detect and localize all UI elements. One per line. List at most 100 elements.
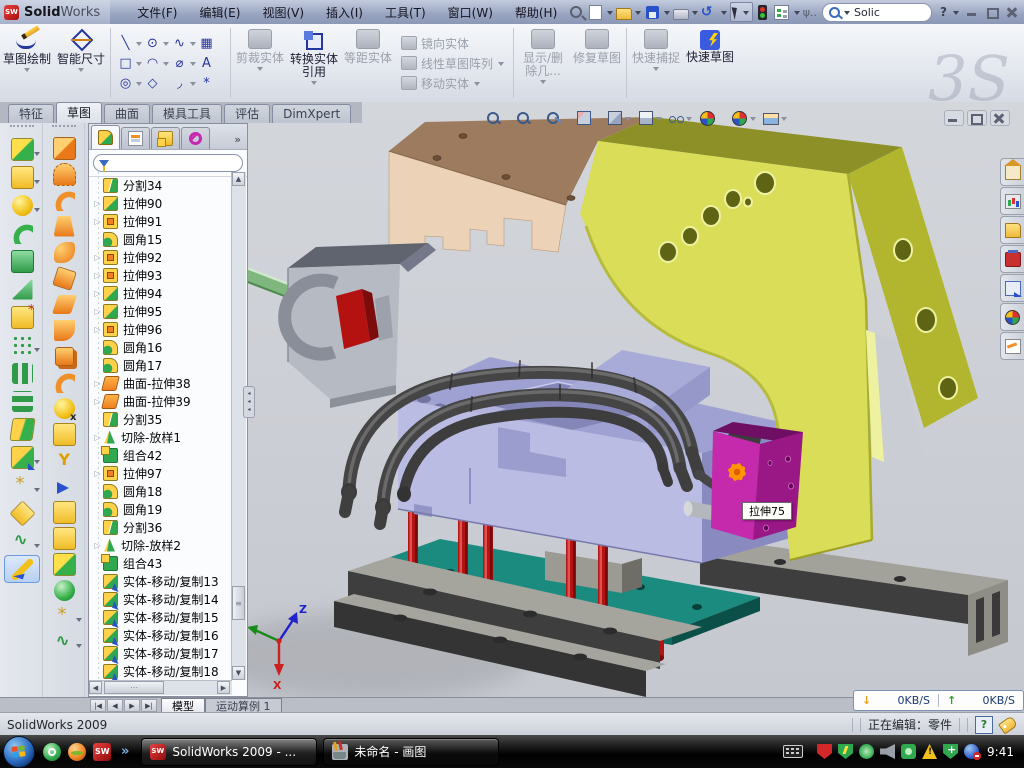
surface-tool-button[interactable] xyxy=(44,525,84,551)
start-button[interactable] xyxy=(3,736,35,768)
ribbon-tab[interactable]: 曲面 xyxy=(104,104,150,123)
close-button[interactable] xyxy=(1004,5,1020,19)
sketch-entity-button[interactable]: ⌀ xyxy=(171,55,188,72)
sketch-entity-button[interactable]: ∿ xyxy=(171,35,188,52)
sketch-entity-button[interactable]: ◠ xyxy=(144,55,161,72)
tree-horizontal-scrollbar[interactable]: ◀ ⋯ ▶ xyxy=(89,680,232,695)
feature-tree-item[interactable]: ▷ 切除-放样1 xyxy=(89,428,231,446)
sketch-entity-button[interactable]: ▦ xyxy=(198,35,215,52)
entity-dropdown[interactable] xyxy=(190,42,196,49)
view-tool-button[interactable] xyxy=(607,110,632,126)
feature-tree-item[interactable]: ▷ 实体-移动/复制15 xyxy=(89,608,231,626)
sketch-entity-button[interactable]: ◞ xyxy=(171,75,188,92)
surface-tool-button[interactable] xyxy=(44,317,84,343)
tray-icon[interactable] xyxy=(901,744,916,759)
document-tab[interactable]: 运动算例 1 xyxy=(205,698,282,713)
feature-tool-button[interactable] xyxy=(4,555,40,583)
feature-tree-item[interactable]: ▷ 拉伸92 xyxy=(89,248,231,266)
sketch-entity-button[interactable]: ╲ xyxy=(117,35,134,52)
feature-tree-item[interactable]: ▷ 拉伸95 xyxy=(89,302,231,320)
tab-nav-button[interactable]: ▶| xyxy=(141,699,157,712)
surface-tool-button[interactable] xyxy=(44,629,84,655)
new-dropdown[interactable] xyxy=(607,11,613,18)
sketch-entity-button[interactable]: * xyxy=(198,75,215,92)
tab-dimxpert-manager[interactable] xyxy=(181,127,210,149)
feature-tree-item[interactable]: ▷ 圆角18 xyxy=(89,482,231,500)
rebuild-icon[interactable] xyxy=(758,5,767,20)
tray-icon[interactable] xyxy=(859,744,874,759)
undo-dropdown[interactable] xyxy=(721,11,727,18)
ribbon-tab[interactable]: 评估 xyxy=(224,104,270,123)
feature-tree-item[interactable]: ▷ 拉伸94 xyxy=(89,284,231,302)
task-pane-tab[interactable] xyxy=(1000,303,1024,331)
feature-tree-item[interactable]: ▷ 拉伸91 xyxy=(89,212,231,230)
surface-tool-button[interactable] xyxy=(44,187,84,213)
doc-restore-button[interactable] xyxy=(967,110,987,126)
feature-tool-button[interactable] xyxy=(2,135,42,163)
surface-tool-button[interactable] xyxy=(44,473,84,499)
toolbar-grip[interactable] xyxy=(52,125,76,132)
feature-tool-button[interactable] xyxy=(2,387,42,415)
task-pane-tab[interactable] xyxy=(1000,245,1024,273)
tray-icon[interactable] xyxy=(943,744,958,759)
scroll-left-button[interactable]: ◀ xyxy=(89,681,102,694)
feature-tree-item[interactable]: ▷ 拉伸90 xyxy=(89,194,231,212)
feature-tool-button[interactable] xyxy=(2,275,42,303)
expand-arrow-icon[interactable]: ▷ xyxy=(92,307,103,316)
feature-tool-button[interactable] xyxy=(2,415,42,443)
surface-tool-button[interactable] xyxy=(44,239,84,265)
sketch-entity-button[interactable]: ◎ xyxy=(117,75,134,92)
feature-tool-button[interactable] xyxy=(2,359,42,387)
surface-tool-button[interactable] xyxy=(44,395,84,421)
quick-launch-icon[interactable] xyxy=(68,743,86,761)
document-tab[interactable]: 模型 xyxy=(161,698,205,713)
tab-nav-button[interactable]: |◀ xyxy=(90,699,106,712)
ribbon-tab[interactable]: 特征 xyxy=(8,104,54,123)
entity-dropdown[interactable] xyxy=(136,42,142,49)
feature-tree-item[interactable]: ▷ 拉伸96 xyxy=(89,320,231,338)
view-tool-button[interactable] xyxy=(576,110,601,126)
open-dropdown[interactable] xyxy=(635,11,641,18)
rapid-sketch-button[interactable]: 快速草图 xyxy=(683,24,737,102)
surface-tool-button[interactable] xyxy=(44,265,84,291)
expand-arrow-icon[interactable]: ▷ xyxy=(92,217,103,226)
menu-item[interactable]: 帮助(H) xyxy=(506,2,566,23)
sketch-button[interactable]: 草图绘制 xyxy=(0,24,54,102)
surface-tool-button[interactable] xyxy=(44,577,84,603)
feature-tool-button[interactable] xyxy=(2,191,42,219)
surface-tool-button[interactable] xyxy=(44,499,84,525)
expand-arrow-icon[interactable]: ▷ xyxy=(92,271,103,280)
status-help-button[interactable]: ? xyxy=(975,716,993,734)
task-pane-tab[interactable] xyxy=(1000,158,1024,186)
entity-dropdown[interactable] xyxy=(163,62,169,69)
scroll-down-button[interactable]: ▼ xyxy=(232,666,245,680)
menu-item[interactable]: 文件(F) xyxy=(128,2,186,23)
surface-tool-button[interactable] xyxy=(44,291,84,317)
scroll-thumb[interactable]: ≡ xyxy=(232,586,245,620)
slide-clamp[interactable] xyxy=(285,243,436,408)
view-tool-button[interactable] xyxy=(669,112,693,124)
view-tool-button[interactable] xyxy=(546,111,570,126)
task-pane-tab[interactable] xyxy=(1000,216,1024,244)
feature-tree-item[interactable]: ▷ 圆角16 xyxy=(89,338,231,356)
help-dropdown[interactable] xyxy=(953,11,959,18)
search-box[interactable]: Solic xyxy=(822,3,932,22)
surface-tool-button[interactable] xyxy=(44,135,84,161)
feature-tool-button[interactable] xyxy=(2,471,42,499)
feature-tool-button[interactable] xyxy=(2,499,42,527)
hscroll-thumb[interactable]: ⋯ xyxy=(104,681,164,694)
scroll-right-button[interactable]: ▶ xyxy=(217,681,230,694)
print-button[interactable] xyxy=(673,9,689,20)
feature-tree-item[interactable]: ▷ 圆角17 xyxy=(89,356,231,374)
tree-vertical-scrollbar[interactable]: ▲ ≡ ▼ xyxy=(231,172,246,680)
menu-item[interactable]: 插入(I) xyxy=(317,2,372,23)
feature-tool-button[interactable] xyxy=(2,219,42,247)
surface-tool-button[interactable] xyxy=(44,161,84,187)
taskbar-clock[interactable]: 9:41 xyxy=(987,745,1014,759)
smart-dimension-button[interactable]: 智能尺寸 xyxy=(54,24,108,102)
doc-minimize-button[interactable] xyxy=(944,110,964,126)
panel-overflow-button[interactable]: » xyxy=(234,133,245,149)
entity-dropdown[interactable] xyxy=(190,82,196,89)
toolbar-grip[interactable] xyxy=(10,125,34,132)
panel-splitter-handle[interactable]: ◂◂◂ xyxy=(243,386,255,418)
